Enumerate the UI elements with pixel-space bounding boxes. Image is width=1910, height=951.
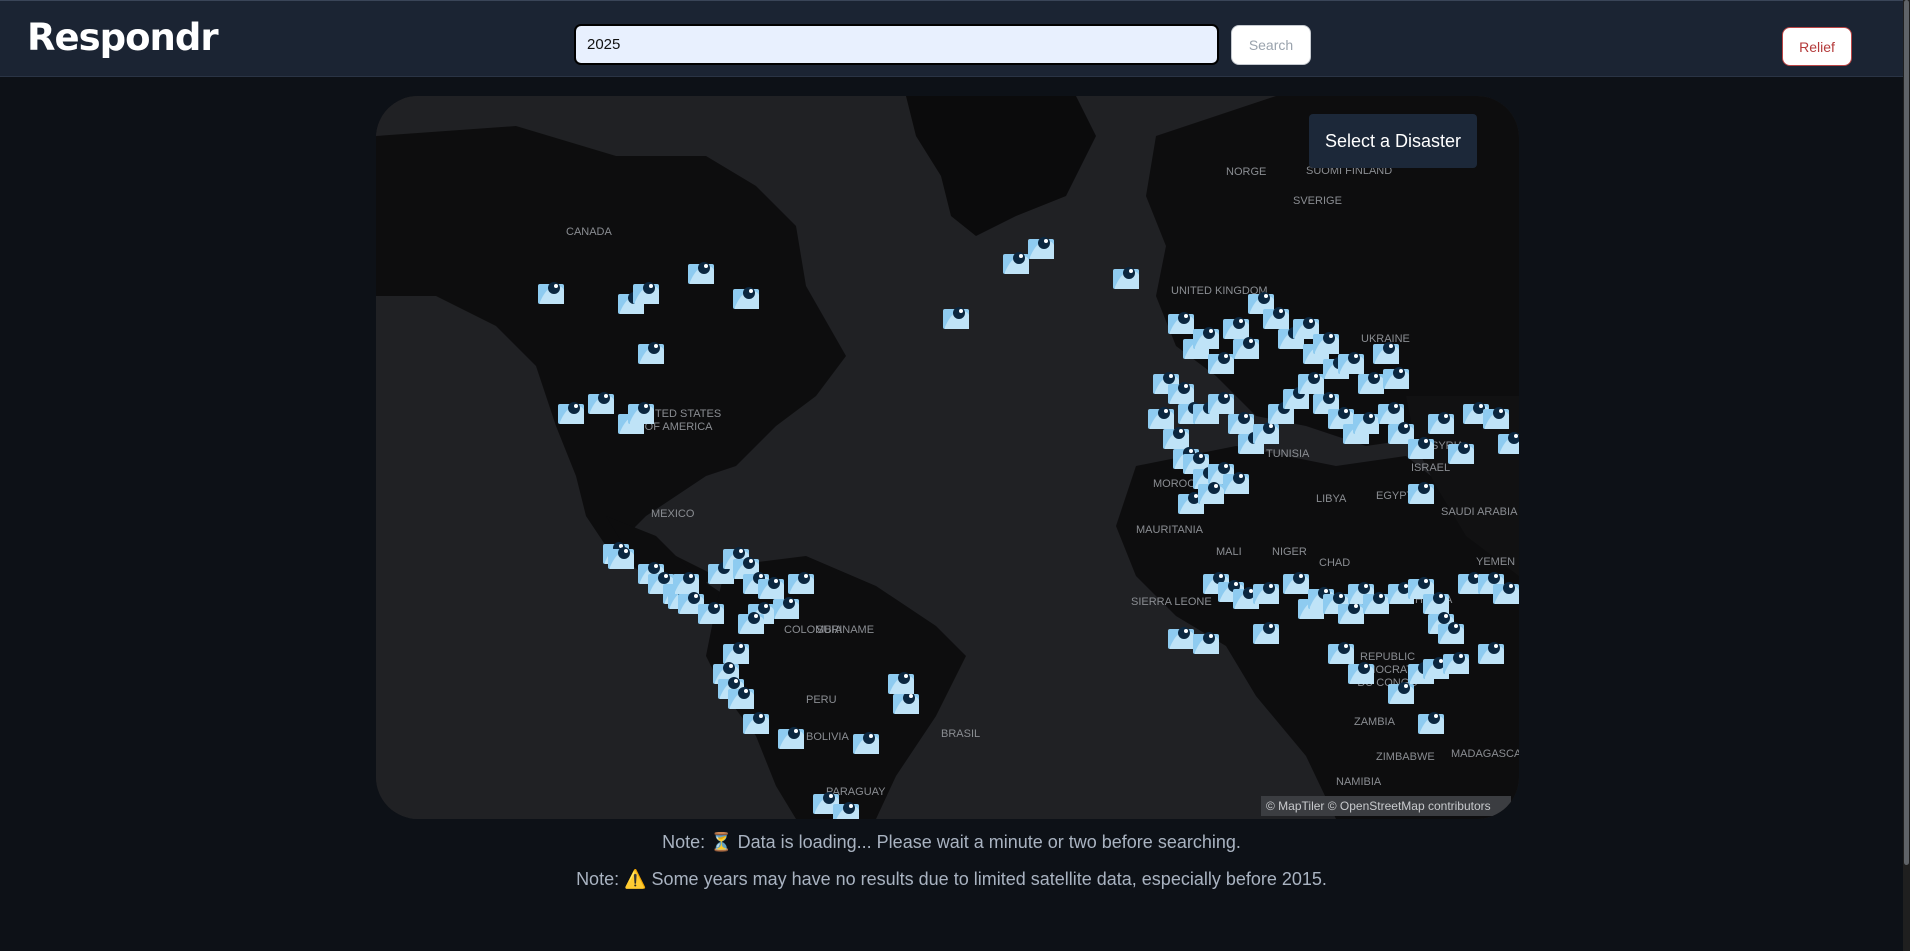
page-scrollbar[interactable]	[1903, 0, 1910, 951]
label-mauritania: MAURITANIA	[1136, 524, 1204, 536]
flood-icon[interactable]	[586, 386, 616, 416]
flood-icon[interactable]	[556, 396, 586, 426]
flood-icon[interactable]	[1416, 706, 1446, 736]
label-canada: CANADA	[566, 226, 612, 238]
search-button[interactable]: Search	[1231, 25, 1311, 65]
flood-icon[interactable]	[736, 606, 766, 636]
flood-icon[interactable]	[776, 721, 806, 751]
flood-icon[interactable]	[1426, 406, 1456, 436]
flood-icon[interactable]	[886, 666, 916, 696]
label-saudi: SAUDI ARABIA	[1441, 506, 1518, 518]
label-madagascar: MADAGASCAR	[1451, 748, 1519, 760]
flood-icon[interactable]	[606, 541, 636, 571]
label-bolivia: BOLIVIA	[806, 731, 849, 743]
flood-icon[interactable]	[631, 276, 661, 306]
label-peru: PERU	[806, 694, 837, 706]
label-tunisia: TUNISIA	[1266, 448, 1310, 460]
label-brasil: BRASIL	[941, 728, 981, 740]
label-sierraleone: SIERRA LEONE	[1131, 596, 1212, 608]
flood-icon[interactable]	[1491, 576, 1519, 606]
label-mexico: MEXICO	[651, 508, 695, 520]
disaster-map[interactable]: CANADA UNITED STATES OF AMERICA MEXICO S…	[376, 96, 1519, 819]
flood-icon[interactable]	[1446, 436, 1476, 466]
flood-icon[interactable]	[1496, 426, 1519, 456]
relief-button[interactable]: Relief	[1782, 27, 1852, 66]
warning-icon: ⚠️	[624, 869, 647, 890]
label-chad: CHAD	[1319, 557, 1351, 569]
label-niger: NIGER	[1272, 546, 1307, 558]
flood-icon[interactable]	[686, 256, 716, 286]
label-norge: NORGE	[1226, 166, 1267, 178]
flood-icon[interactable]	[1476, 636, 1506, 666]
label-mali: MALI	[1216, 546, 1242, 558]
select-disaster-panel[interactable]: Select a Disaster	[1309, 114, 1477, 168]
flood-icon[interactable]	[1346, 656, 1376, 686]
label-israel: ISRAEL	[1411, 462, 1451, 474]
label-namibia: NAMIBIA	[1336, 776, 1382, 788]
flood-icon[interactable]	[636, 336, 666, 366]
flood-icon[interactable]	[1381, 361, 1411, 391]
year-search-input[interactable]	[574, 24, 1219, 65]
flood-icon[interactable]	[731, 281, 761, 311]
flood-icon[interactable]	[536, 276, 566, 306]
flood-icon[interactable]	[1196, 476, 1226, 506]
map-attribution[interactable]: © MapTiler © OpenStreetMap contributors	[1261, 796, 1511, 816]
hourglass-icon: ⏳	[710, 832, 733, 853]
top-nav-bar: Respondr Search Relief	[0, 0, 1903, 77]
flood-icon[interactable]	[1026, 231, 1056, 261]
note-text: Data is loading... Please wait a minute …	[737, 832, 1241, 852]
note-prefix: Note:	[662, 832, 706, 852]
flood-icon[interactable]	[741, 706, 771, 736]
flood-icon[interactable]	[831, 796, 861, 819]
loading-note: Note: ⏳ Data is loading... Please wait a…	[0, 832, 1903, 853]
flood-icon[interactable]	[941, 301, 971, 331]
flood-icon[interactable]	[1436, 616, 1466, 646]
flood-icon[interactable]	[851, 726, 881, 756]
flood-icon[interactable]	[1251, 576, 1281, 606]
label-colombia: COLOMBIA	[784, 624, 843, 636]
flood-icon[interactable]	[1441, 646, 1471, 676]
label-zimbabwe: ZIMBABWE	[1376, 751, 1435, 763]
label-libya: LIBYA	[1316, 493, 1347, 505]
note-text: Some years may have no results due to li…	[651, 869, 1327, 889]
flood-icon[interactable]	[696, 596, 726, 626]
note-prefix: Note:	[576, 869, 620, 889]
flood-icon[interactable]	[1406, 476, 1436, 506]
flood-icon[interactable]	[1251, 616, 1281, 646]
flood-icon[interactable]	[1111, 261, 1141, 291]
flood-icon[interactable]	[1231, 331, 1261, 361]
flood-icon[interactable]	[1191, 626, 1221, 656]
label-sverige: SVERIGE	[1293, 195, 1342, 207]
flood-icon[interactable]	[626, 396, 656, 426]
satellite-data-note: Note: ⚠️ Some years may have no results …	[0, 869, 1903, 890]
app-logo[interactable]: Respondr	[27, 16, 219, 59]
label-zambia: ZAMBIA	[1354, 716, 1395, 728]
map-landmass	[376, 96, 1519, 819]
